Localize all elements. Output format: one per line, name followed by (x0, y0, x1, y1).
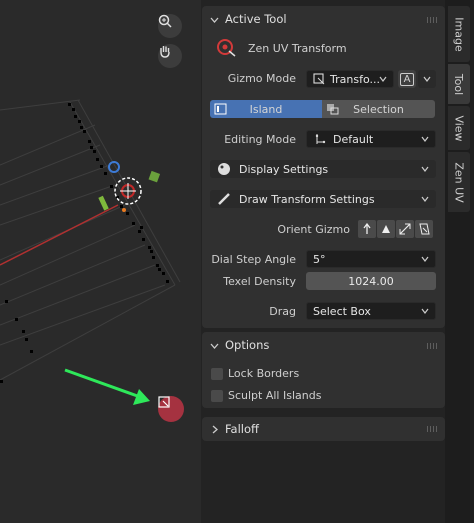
chevron-down-icon (210, 343, 219, 349)
lock-borders-checkbox[interactable] (211, 368, 223, 380)
hand-icon (160, 46, 170, 58)
transform-icon (313, 73, 325, 85)
gizmo-badge-text: A (399, 72, 415, 86)
active-tool-section: Active Tool Zen UV Transform Gizmo Mode … (202, 6, 445, 328)
gizmo-options-button[interactable] (418, 70, 436, 88)
arrow-up-icon (363, 223, 371, 234)
editing-mode-icon (315, 134, 326, 144)
display-settings-dropdown[interactable]: Display Settings (210, 160, 436, 178)
falloff-section: Falloff (202, 417, 445, 441)
drag-dropdown[interactable]: Select Box (306, 302, 436, 320)
sidebar-tabs: Image Tool View Zen UV (445, 0, 474, 523)
chevron-down-icon (423, 76, 431, 82)
uv-editor-viewport[interactable] (0, 0, 201, 523)
drag-value: Select Box (313, 304, 371, 318)
selection-label: Selection (353, 102, 404, 116)
sculpt-all-islands-label: Sculpt All Islands (228, 389, 322, 402)
display-settings-label: Display Settings (239, 162, 329, 176)
transform-icon (158, 396, 170, 408)
tool-title-row: Zen UV Transform (216, 38, 347, 58)
tool-name: Zen UV Transform (248, 41, 347, 55)
chevron-down-icon (421, 308, 429, 314)
falloff-header[interactable]: Falloff (210, 422, 259, 436)
active-tool-title: Active Tool (225, 12, 287, 26)
drag-grip[interactable] (427, 17, 439, 23)
lock-borders-label: Lock Borders (228, 367, 300, 380)
editing-mode-dropdown[interactable]: Default (306, 130, 436, 148)
gizmo-auto-toggle[interactable]: A (398, 70, 416, 88)
selection-mode-button[interactable]: Selection (322, 100, 435, 118)
island-label: Island (249, 102, 283, 116)
orient-up-button[interactable] (358, 220, 376, 238)
zen-gizmo-badge[interactable] (158, 396, 184, 422)
tab-zen-uv-label: Zen UV (452, 161, 466, 203)
options-title: Options (225, 338, 270, 352)
diagonal-arrow-icon (399, 223, 411, 235)
gizmo-mode-dropdown[interactable]: Transfo... (306, 70, 394, 88)
dial-step-dropdown[interactable]: 5° (306, 250, 436, 268)
chevron-down-icon (379, 76, 387, 82)
chevron-down-icon (210, 17, 219, 23)
drag-label: Drag (269, 305, 296, 318)
chevron-down-icon (421, 166, 429, 172)
orient-gizmo-label: Orient Gizmo (277, 223, 350, 236)
active-tool-header[interactable]: Active Tool (210, 12, 287, 26)
dial-step-value: 5° (313, 252, 326, 266)
uv-mesh-canvas (0, 99, 181, 405)
options-section: Options Lock Borders Sculpt All Islands (202, 332, 445, 408)
tab-view-label: View (452, 114, 466, 142)
tab-image-label: Image (452, 16, 466, 52)
orient-custom-icon (419, 223, 430, 235)
pencil-icon (218, 193, 230, 205)
chevron-down-icon (421, 196, 429, 202)
orient-triangle-button[interactable] (377, 220, 395, 238)
falloff-title: Falloff (225, 422, 259, 436)
draw-transform-label: Draw Transform Settings (239, 192, 375, 206)
options-header[interactable]: Options (210, 338, 269, 352)
zoom-icon (158, 14, 172, 28)
zen-uv-tool-icon (217, 39, 236, 57)
tab-tool[interactable]: Tool (448, 64, 470, 104)
orient-diagonal-button[interactable] (396, 220, 414, 238)
texel-density-label: Texel Density (223, 275, 296, 288)
selection-icon (327, 104, 339, 115)
draw-transform-settings-dropdown[interactable]: Draw Transform Settings (210, 190, 436, 208)
tab-view[interactable]: View (448, 106, 470, 150)
gizmo-mode-value: Transfo... (330, 72, 380, 86)
drag-grip[interactable] (427, 426, 439, 432)
zoom-button[interactable] (158, 14, 182, 38)
chevron-right-icon (212, 425, 218, 433)
island-icon (214, 103, 227, 115)
editing-mode-label: Editing Mode (224, 133, 296, 146)
triangle-icon (382, 225, 390, 233)
gizmo-mode-label: Gizmo Mode (227, 72, 296, 85)
pan-button[interactable] (158, 44, 182, 68)
dial-step-label: Dial Step Angle (211, 253, 296, 266)
texel-density-field[interactable]: 1024.00 (306, 272, 436, 290)
chevron-down-icon (421, 136, 429, 142)
editing-mode-value: Default (333, 132, 374, 146)
tab-zen-uv[interactable]: Zen UV (448, 152, 470, 212)
sculpt-all-islands-checkbox[interactable] (211, 390, 223, 402)
tab-image[interactable]: Image (448, 6, 470, 62)
drag-grip[interactable] (427, 343, 439, 349)
island-mode-button[interactable]: Island (210, 100, 322, 118)
chevron-down-icon (421, 256, 429, 262)
tab-tool-label: Tool (452, 73, 466, 95)
palette-icon (218, 163, 230, 175)
orient-custom-button[interactable] (415, 220, 433, 238)
